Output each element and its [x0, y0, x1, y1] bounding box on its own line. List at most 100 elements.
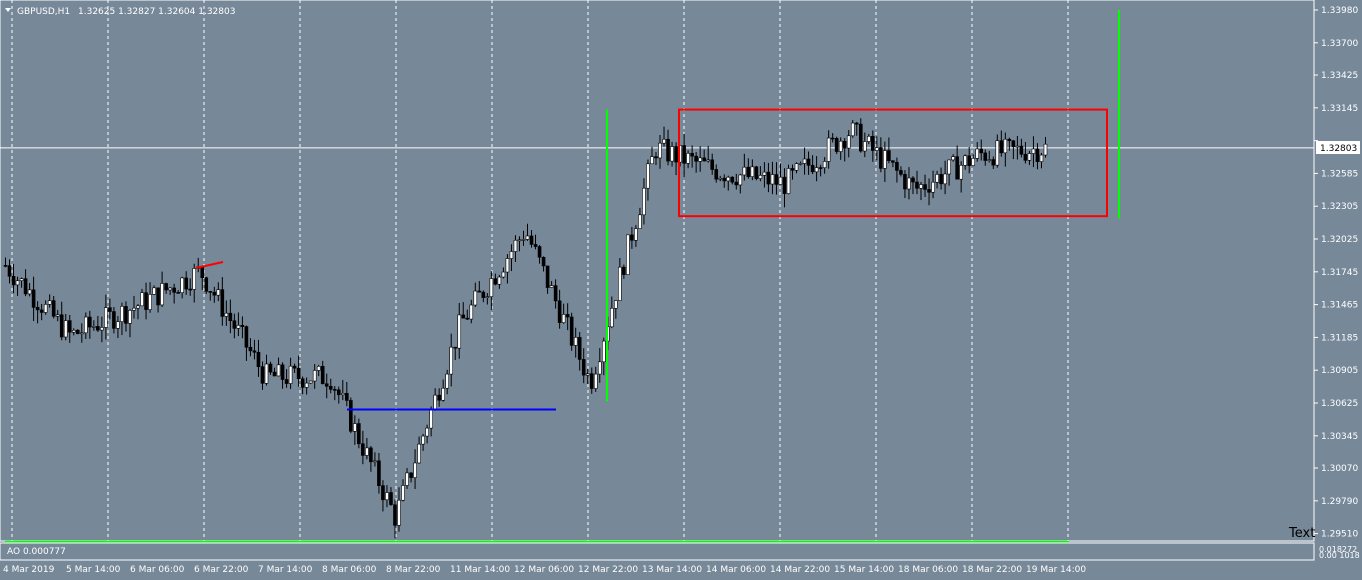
candle-body	[1043, 143, 1048, 156]
candle-body	[461, 314, 466, 319]
candle-body	[762, 171, 767, 176]
candle-body	[308, 380, 313, 384]
candle-body	[887, 150, 891, 161]
candle-body	[497, 276, 502, 285]
time-tick-label: 13 Mar 14:00	[642, 565, 702, 575]
candle-body	[742, 166, 747, 176]
candle-body	[553, 285, 558, 302]
candle-body	[31, 289, 36, 308]
candle-body	[702, 157, 706, 162]
candle-body	[268, 363, 273, 373]
time-tick-label: 14 Mar 06:00	[706, 565, 766, 575]
candle-body	[493, 278, 498, 285]
candle-body	[84, 316, 88, 334]
text-object[interactable]: Text	[1288, 526, 1315, 541]
candle-body	[425, 427, 429, 437]
time-tick-label: 4 Mar 2019	[3, 565, 55, 575]
candle-body	[473, 290, 478, 306]
candle-body	[674, 146, 678, 163]
candle-body	[842, 140, 847, 149]
candle-body	[1031, 148, 1036, 154]
candle-body	[485, 296, 490, 298]
candle-body	[778, 176, 783, 185]
candle-body	[999, 140, 1004, 154]
candle-body	[589, 373, 594, 389]
candle-body	[160, 283, 164, 306]
candle-body	[871, 136, 875, 151]
candle-body	[188, 288, 193, 291]
candle-body	[385, 492, 389, 501]
candle-body	[509, 251, 514, 259]
candle-body	[991, 159, 996, 166]
candle-body	[714, 169, 719, 180]
chart-canvas[interactable]: GBPUSD,H1 1.32625 1.32827 1.32604 1.3280…	[0, 0, 1362, 580]
candle-body	[413, 462, 417, 478]
candle-body	[1015, 145, 1020, 148]
candle-body	[449, 346, 454, 375]
time-tick-label: 6 Mar 06:00	[130, 565, 185, 575]
price-axis[interactable]: 1.33980 1.33700 1.33425 1.33145 1.32585 1.323…	[1314, 6, 1358, 540]
candle-body	[826, 137, 831, 162]
candle-body	[11, 276, 16, 286]
candle-body	[879, 147, 883, 169]
candle-body	[782, 176, 787, 194]
candle-body	[646, 163, 650, 189]
candle-body	[919, 184, 923, 189]
candle-body	[770, 174, 775, 185]
price-tick-label: 1.33145	[1321, 104, 1358, 114]
candle-body	[822, 161, 827, 168]
candle-body	[549, 285, 554, 288]
candle-body	[501, 271, 506, 278]
price-tick-label: 1.30905	[1321, 366, 1358, 376]
price-tick-label: 1.33700	[1321, 39, 1358, 49]
candle-body	[19, 278, 24, 281]
candle-body	[100, 327, 104, 331]
candle-body	[806, 158, 811, 166]
candle-body	[136, 305, 140, 309]
candle-body	[39, 309, 44, 313]
candle-body	[272, 371, 277, 377]
candle-body	[939, 174, 943, 185]
candle-body	[469, 304, 474, 320]
candle-body	[75, 329, 80, 334]
candle-body	[232, 320, 237, 329]
time-tick-label: 5 Mar 14:00	[66, 565, 121, 575]
candle-body	[718, 177, 723, 180]
candle-body	[212, 291, 217, 296]
candle-body	[935, 174, 939, 183]
time-tick-label: 19 Mar 14:00	[1026, 565, 1086, 575]
candle-body	[750, 166, 755, 177]
candle-body	[802, 158, 807, 164]
candle-body	[959, 165, 963, 180]
candle-body	[441, 387, 445, 401]
candle-body	[979, 148, 984, 154]
candle-body	[1039, 154, 1044, 162]
candle-body	[365, 447, 369, 456]
candle-body	[7, 265, 12, 277]
candle-body	[987, 159, 992, 161]
candle-body	[140, 292, 144, 307]
candle-body	[304, 382, 309, 388]
candle-body	[288, 365, 293, 384]
candle-body	[686, 152, 690, 164]
candle-body	[891, 160, 895, 163]
candle-body	[903, 174, 907, 190]
ao-indicator-window[interactable]	[0, 542, 1315, 561]
candle-body	[971, 158, 976, 166]
candle-body	[409, 472, 413, 478]
candle-body	[593, 373, 598, 389]
candle-body	[650, 156, 654, 165]
candle-body	[706, 159, 710, 162]
candle-body	[585, 373, 590, 376]
candle-body	[264, 363, 269, 384]
candle-body	[951, 156, 955, 161]
candle-body	[947, 159, 951, 175]
candle-body	[71, 329, 76, 333]
candle-body	[220, 289, 225, 317]
candle-body	[983, 152, 988, 161]
price-tick-label: 1.29510	[1321, 530, 1358, 540]
candle-body	[481, 291, 486, 298]
candle-body	[850, 122, 855, 137]
time-tick-label: 6 Mar 22:00	[194, 565, 249, 575]
time-axis[interactable]: 4 Mar 2019 5 Mar 14:00 6 Mar 06:00 6 Mar 22…	[3, 565, 1086, 575]
